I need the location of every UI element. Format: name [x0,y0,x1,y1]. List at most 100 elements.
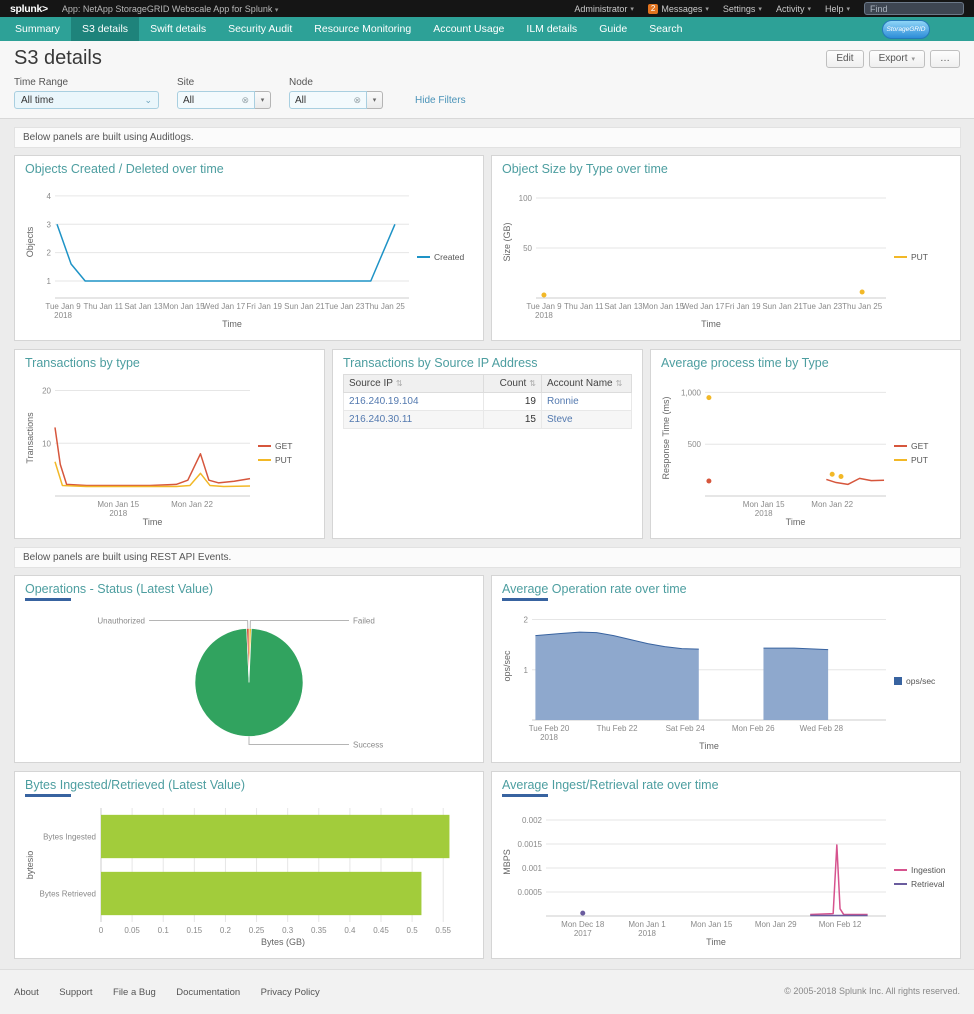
top-bar: splunk> App: NetApp StorageGRID Webscale… [0,0,974,17]
nav-tab-swift-details[interactable]: Swift details [139,17,217,41]
legend-swatch [894,869,907,871]
chevron-down-icon: ▾ [846,5,850,13]
table-row[interactable]: 216.240.19.10419Ronnie [344,393,632,411]
nav-tab-s3-details[interactable]: S3 details [71,17,139,41]
svg-text:Tue Jan 9: Tue Jan 9 [526,302,562,311]
chart-legend: Ingestion Retrieval [894,800,950,953]
chart-canvas[interactable]: 12Tue Feb 202018Thu Feb 22Sat Feb 24Mon … [502,604,894,757]
legend-item[interactable]: Created [417,252,473,262]
table-row[interactable]: 216.240.30.1115Steve [344,411,632,429]
splunk-logo[interactable]: splunk> [10,3,48,15]
administrator-menu[interactable]: Administrator ▾ [574,4,634,14]
footer-link-about[interactable]: About [14,987,39,998]
nav-tab-ilm-details[interactable]: ILM details [515,17,588,41]
svg-text:Time: Time [143,517,163,527]
legend-item[interactable]: ops/sec [894,676,950,686]
svg-text:Failed: Failed [353,616,375,625]
legend-swatch [894,459,907,461]
chart-canvas[interactable]: FailedSuccessUnauthorized [25,604,473,757]
legend-label: PUT [911,455,928,465]
chart-canvas[interactable]: 00.050.10.150.20.250.30.350.40.450.50.55… [25,800,473,953]
help-menu[interactable]: Help ▾ [825,4,850,14]
legend-item[interactable]: PUT [258,455,314,465]
legend-item[interactable]: PUT [894,455,950,465]
more-label: … [940,53,950,64]
account-name-link[interactable]: Steve [547,414,573,425]
chart-canvas[interactable]: 1234Tue Jan 92018Thu Jan 11Sat Jan 13Mon… [25,178,417,335]
messages-badge: 2 [648,4,658,14]
svg-text:10: 10 [42,439,51,448]
svg-text:Thu Jan 25: Thu Jan 25 [842,302,883,311]
legend-item[interactable]: Ingestion [894,865,950,875]
source-ip-link[interactable]: 216.240.19.104 [349,396,419,407]
edit-button[interactable]: Edit [826,50,863,68]
panel-title: Object Size by Type over time [502,162,950,176]
more-button[interactable]: … [930,50,960,68]
site-dropdown-button[interactable]: ▾ [255,91,271,109]
account-name-cell: Ronnie [542,393,632,411]
footer-link-privacy-policy[interactable]: Privacy Policy [261,987,320,998]
svg-text:Thu Jan 25: Thu Jan 25 [365,302,406,311]
panel-ingest-rate: Average Ingest/Retrieval rate over time … [491,771,961,959]
chevron-down-icon: ▾ [911,55,915,63]
activity-menu[interactable]: Activity ▾ [776,4,811,14]
nav-tab-guide[interactable]: Guide [588,17,638,41]
svg-text:0.3: 0.3 [282,926,294,935]
svg-text:Mon Dec 18: Mon Dec 18 [561,920,605,929]
column-count[interactable]: Count⇅ [484,375,542,393]
legend-item[interactable]: GET [258,441,314,451]
column-source-ip[interactable]: Source IP⇅ [344,375,484,393]
legend-item[interactable]: GET [894,441,950,451]
legend-item[interactable]: PUT [894,252,950,262]
progress-rule [502,598,548,601]
settings-menu[interactable]: Settings ▾ [723,4,762,14]
time-range-select[interactable]: All time ⌄ [14,91,159,109]
svg-text:Wed Jan 17: Wed Jan 17 [203,302,246,311]
clear-icon[interactable]: ⊗ [241,95,249,106]
svg-text:0.1: 0.1 [158,926,170,935]
section-auditlogs-text: Below panels are built using Auditlogs. [23,132,194,143]
app-nav: Summary S3 details Swift details Securit… [0,17,974,41]
messages-menu[interactable]: 2 Messages ▾ [648,4,709,14]
svg-text:Mon Jan 22: Mon Jan 22 [171,500,213,509]
svg-text:2: 2 [47,249,52,258]
svg-text:2018: 2018 [638,929,656,938]
svg-text:0.001: 0.001 [522,864,543,873]
footer-link-documentation[interactable]: Documentation [176,987,240,998]
nav-tab-account-usage[interactable]: Account Usage [422,17,515,41]
legend-item[interactable]: Retrieval [894,879,950,889]
nav-tab-security-audit[interactable]: Security Audit [217,17,303,41]
account-name-link[interactable]: Ronnie [547,396,579,407]
footer: About Support File a Bug Documentation P… [0,969,974,1014]
svg-text:3: 3 [47,220,52,229]
site-input[interactable]: All ⊗ [177,91,255,109]
app-menu[interactable]: App: NetApp StorageGRID Webscale App for… [62,4,278,14]
chevron-down-icon: ▾ [630,5,634,13]
svg-text:1: 1 [47,277,52,286]
footer-link-file-a-bug[interactable]: File a Bug [113,987,156,998]
svg-text:1,000: 1,000 [681,388,702,397]
chart-canvas[interactable]: 1020Mon Jan 152018Mon Jan 22TimeTransact… [25,372,258,533]
svg-text:0.2: 0.2 [220,926,232,935]
panel-title: Operations - Status (Latest Value) [25,582,473,596]
find-input[interactable] [864,2,964,15]
chart-canvas[interactable]: 50100Tue Jan 92018Thu Jan 11Sat Jan 13Mo… [502,178,894,335]
clear-icon[interactable]: ⊗ [353,95,361,106]
node-input[interactable]: All ⊗ [289,91,367,109]
svg-text:ops/sec: ops/sec [502,650,512,682]
chart-canvas[interactable]: 5001,000Mon Jan 152018Mon Jan 22TimeResp… [661,372,894,533]
footer-link-support[interactable]: Support [59,987,92,998]
nav-tab-resource-monitoring[interactable]: Resource Monitoring [303,17,422,41]
svg-text:500: 500 [688,440,702,449]
hide-filters-link[interactable]: Hide Filters [415,95,466,106]
source-ip-link[interactable]: 216.240.30.11 [349,414,412,425]
node-dropdown-button[interactable]: ▾ [367,91,383,109]
column-account-name[interactable]: Account Name⇅ [542,375,632,393]
svg-text:Thu Jan 11: Thu Jan 11 [84,302,124,311]
nav-tab-summary[interactable]: Summary [4,17,71,41]
legend-swatch [894,677,902,685]
chart-legend: Created [417,178,473,335]
nav-tab-search[interactable]: Search [638,17,693,41]
chart-canvas[interactable]: 0.00050.0010.00150.002Mon Dec 182017Mon … [502,800,894,953]
export-button[interactable]: Export▾ [869,50,925,68]
